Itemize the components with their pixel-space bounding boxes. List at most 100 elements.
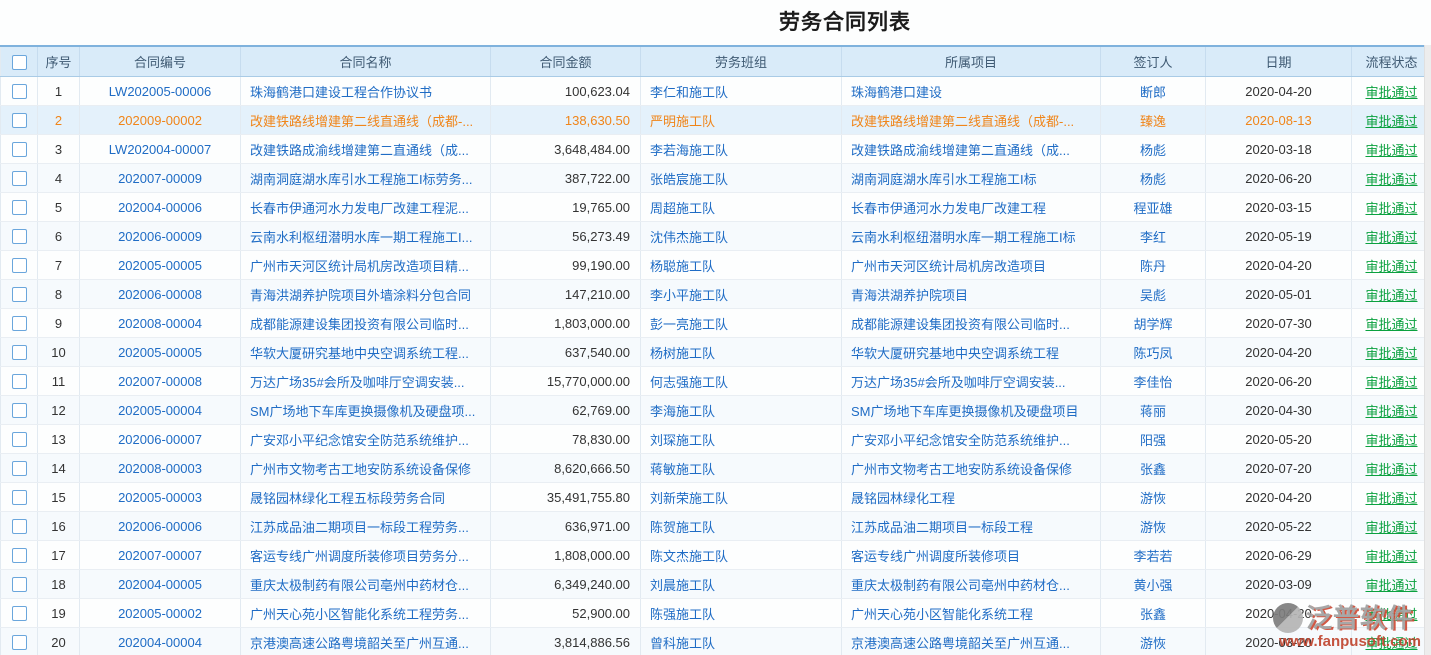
row-checkbox[interactable] <box>12 403 27 418</box>
cell-status-link[interactable]: 审批通过 <box>1352 135 1431 164</box>
cell-signer[interactable]: 阳强 <box>1101 425 1206 454</box>
row-checkbox[interactable] <box>12 374 27 389</box>
cell-status-link[interactable]: 审批通过 <box>1352 454 1431 483</box>
cell-team[interactable]: 杨聪施工队 <box>641 251 842 280</box>
cell-status-link[interactable]: 审批通过 <box>1352 77 1431 106</box>
row-checkbox[interactable] <box>12 142 27 157</box>
cell-name[interactable]: 重庆太极制药有限公司亳州中药材仓... <box>241 570 491 599</box>
table-row[interactable]: 11202007-00008万达广场35#会所及咖啡厅空调安装...15,770… <box>1 367 1431 396</box>
cell-code[interactable]: 202007-00008 <box>80 367 241 396</box>
cell-signer[interactable]: 张鑫 <box>1101 454 1206 483</box>
row-checkbox[interactable] <box>12 287 27 302</box>
cell-code[interactable]: 202005-00005 <box>80 251 241 280</box>
table-row[interactable]: 15202005-00003晟铭园林绿化工程五标段劳务合同35,491,755.… <box>1 483 1431 512</box>
cell-name[interactable]: 广州天心苑小区智能化系统工程劳务... <box>241 599 491 628</box>
cell-signer[interactable]: 杨彪 <box>1101 135 1206 164</box>
cell-project[interactable]: 改建铁路成渝线增建第二直通线（成... <box>842 135 1101 164</box>
cell-signer[interactable]: 李红 <box>1101 222 1206 251</box>
cell-signer[interactable]: 杨彪 <box>1101 164 1206 193</box>
cell-team[interactable]: 蒋敏施工队 <box>641 454 842 483</box>
table-row[interactable]: 19202005-00002广州天心苑小区智能化系统工程劳务...52,900.… <box>1 599 1431 628</box>
cell-code[interactable]: 202007-00009 <box>80 164 241 193</box>
table-row[interactable]: 13202006-00007广安邓小平纪念馆安全防范系统维护...78,830.… <box>1 425 1431 454</box>
cell-team[interactable]: 陈强施工队 <box>641 599 842 628</box>
cell-signer[interactable]: 吴彪 <box>1101 280 1206 309</box>
cell-name[interactable]: 京港澳高速公路粤境韶关至广州互通... <box>241 628 491 655</box>
cell-project[interactable]: 广州天心苑小区智能化系统工程 <box>842 599 1101 628</box>
cell-name[interactable]: 珠海鹤港口建设工程合作协议书 <box>241 77 491 106</box>
cell-project[interactable]: SM广场地下车库更换摄像机及硬盘项目 <box>842 396 1101 425</box>
cell-project[interactable]: 湖南洞庭湖水库引水工程施工I标 <box>842 164 1101 193</box>
cell-code[interactable]: 202007-00007 <box>80 541 241 570</box>
cell-status-link[interactable]: 审批通过 <box>1352 483 1431 512</box>
cell-team[interactable]: 严明施工队 <box>641 106 842 135</box>
table-row[interactable]: 20202004-00004京港澳高速公路粤境韶关至广州互通...3,814,8… <box>1 628 1431 655</box>
cell-project[interactable]: 重庆太极制药有限公司亳州中药材仓... <box>842 570 1101 599</box>
cell-name[interactable]: 青海洪湖养护院项目外墙涂料分包合同 <box>241 280 491 309</box>
select-all-checkbox[interactable] <box>12 55 27 70</box>
table-row[interactable]: 10202005-00005华软大厦研究基地中央空调系统工程...637,540… <box>1 338 1431 367</box>
cell-name[interactable]: SM广场地下车库更换摄像机及硬盘项... <box>241 396 491 425</box>
cell-status-link[interactable]: 审批通过 <box>1352 396 1431 425</box>
cell-signer[interactable]: 蒋丽 <box>1101 396 1206 425</box>
row-checkbox[interactable] <box>12 345 27 360</box>
cell-name[interactable]: 成都能源建设集团投资有限公司临时... <box>241 309 491 338</box>
cell-team[interactable]: 曾科施工队 <box>641 628 842 655</box>
cell-name[interactable]: 江苏成品油二期项目一标段工程劳务... <box>241 512 491 541</box>
cell-status-link[interactable]: 审批通过 <box>1352 164 1431 193</box>
cell-team[interactable]: 刘晨施工队 <box>641 570 842 599</box>
cell-code[interactable]: 202006-00007 <box>80 425 241 454</box>
table-row[interactable]: 14202008-00003广州市文物考古工地安防系统设备保修8,620,666… <box>1 454 1431 483</box>
cell-status-link[interactable]: 审批通过 <box>1352 512 1431 541</box>
cell-signer[interactable]: 臻逸 <box>1101 106 1206 135</box>
cell-signer[interactable]: 断郎 <box>1101 77 1206 106</box>
cell-signer[interactable]: 游恢 <box>1101 483 1206 512</box>
cell-name[interactable]: 云南水利枢纽潜明水库一期工程施工I... <box>241 222 491 251</box>
row-checkbox[interactable] <box>12 432 27 447</box>
cell-project[interactable]: 成都能源建设集团投资有限公司临时... <box>842 309 1101 338</box>
cell-status-link[interactable]: 审批通过 <box>1352 541 1431 570</box>
cell-team[interactable]: 沈伟杰施工队 <box>641 222 842 251</box>
row-checkbox[interactable] <box>12 548 27 563</box>
cell-code[interactable]: 202004-00004 <box>80 628 241 655</box>
cell-signer[interactable]: 游恢 <box>1101 628 1206 655</box>
cell-team[interactable]: 杨树施工队 <box>641 338 842 367</box>
cell-name[interactable]: 华软大厦研究基地中央空调系统工程... <box>241 338 491 367</box>
cell-status-link[interactable]: 审批通过 <box>1352 222 1431 251</box>
cell-name[interactable]: 改建铁路成渝线增建第二直通线（成... <box>241 135 491 164</box>
cell-name[interactable]: 改建铁路线增建第二线直通线（成都-... <box>241 106 491 135</box>
row-checkbox[interactable] <box>12 316 27 331</box>
cell-signer[interactable]: 陈丹 <box>1101 251 1206 280</box>
cell-team[interactable]: 周超施工队 <box>641 193 842 222</box>
cell-code[interactable]: 202004-00006 <box>80 193 241 222</box>
table-row[interactable]: 9202008-00004成都能源建设集团投资有限公司临时...1,803,00… <box>1 309 1431 338</box>
cell-status-link[interactable]: 审批通过 <box>1352 599 1431 628</box>
cell-project[interactable]: 改建铁路线增建第二线直通线（成都-... <box>842 106 1101 135</box>
cell-code[interactable]: 202004-00005 <box>80 570 241 599</box>
cell-name[interactable]: 万达广场35#会所及咖啡厅空调安装... <box>241 367 491 396</box>
table-row[interactable]: 16202006-00006江苏成品油二期项目一标段工程劳务...636,971… <box>1 512 1431 541</box>
cell-code[interactable]: 202005-00003 <box>80 483 241 512</box>
cell-team[interactable]: 何志强施工队 <box>641 367 842 396</box>
row-checkbox[interactable] <box>12 461 27 476</box>
cell-status-link[interactable]: 审批通过 <box>1352 628 1431 655</box>
cell-status-link[interactable]: 审批通过 <box>1352 280 1431 309</box>
table-row[interactable]: 18202004-00005重庆太极制药有限公司亳州中药材仓...6,349,2… <box>1 570 1431 599</box>
cell-name[interactable]: 广安邓小平纪念馆安全防范系统维护... <box>241 425 491 454</box>
cell-project[interactable]: 万达广场35#会所及咖啡厅空调安装... <box>842 367 1101 396</box>
cell-project[interactable]: 珠海鹤港口建设 <box>842 77 1101 106</box>
cell-name[interactable]: 客运专线广州调度所装修项目劳务分... <box>241 541 491 570</box>
cell-project[interactable]: 广州市文物考古工地安防系统设备保修 <box>842 454 1101 483</box>
table-row[interactable]: 8202006-00008青海洪湖养护院项目外墙涂料分包合同147,210.00… <box>1 280 1431 309</box>
cell-project[interactable]: 广州市天河区统计局机房改造项目 <box>842 251 1101 280</box>
cell-name[interactable]: 广州市文物考古工地安防系统设备保修 <box>241 454 491 483</box>
row-checkbox[interactable] <box>12 606 27 621</box>
cell-team[interactable]: 李小平施工队 <box>641 280 842 309</box>
row-checkbox[interactable] <box>12 577 27 592</box>
cell-code[interactable]: LW202005-00006 <box>80 77 241 106</box>
cell-code[interactable]: LW202004-00007 <box>80 135 241 164</box>
cell-status-link[interactable]: 审批通过 <box>1352 570 1431 599</box>
table-row[interactable]: 2202009-00002改建铁路线增建第二线直通线（成都-...138,630… <box>1 106 1431 135</box>
cell-code[interactable]: 202005-00002 <box>80 599 241 628</box>
cell-code[interactable]: 202008-00004 <box>80 309 241 338</box>
